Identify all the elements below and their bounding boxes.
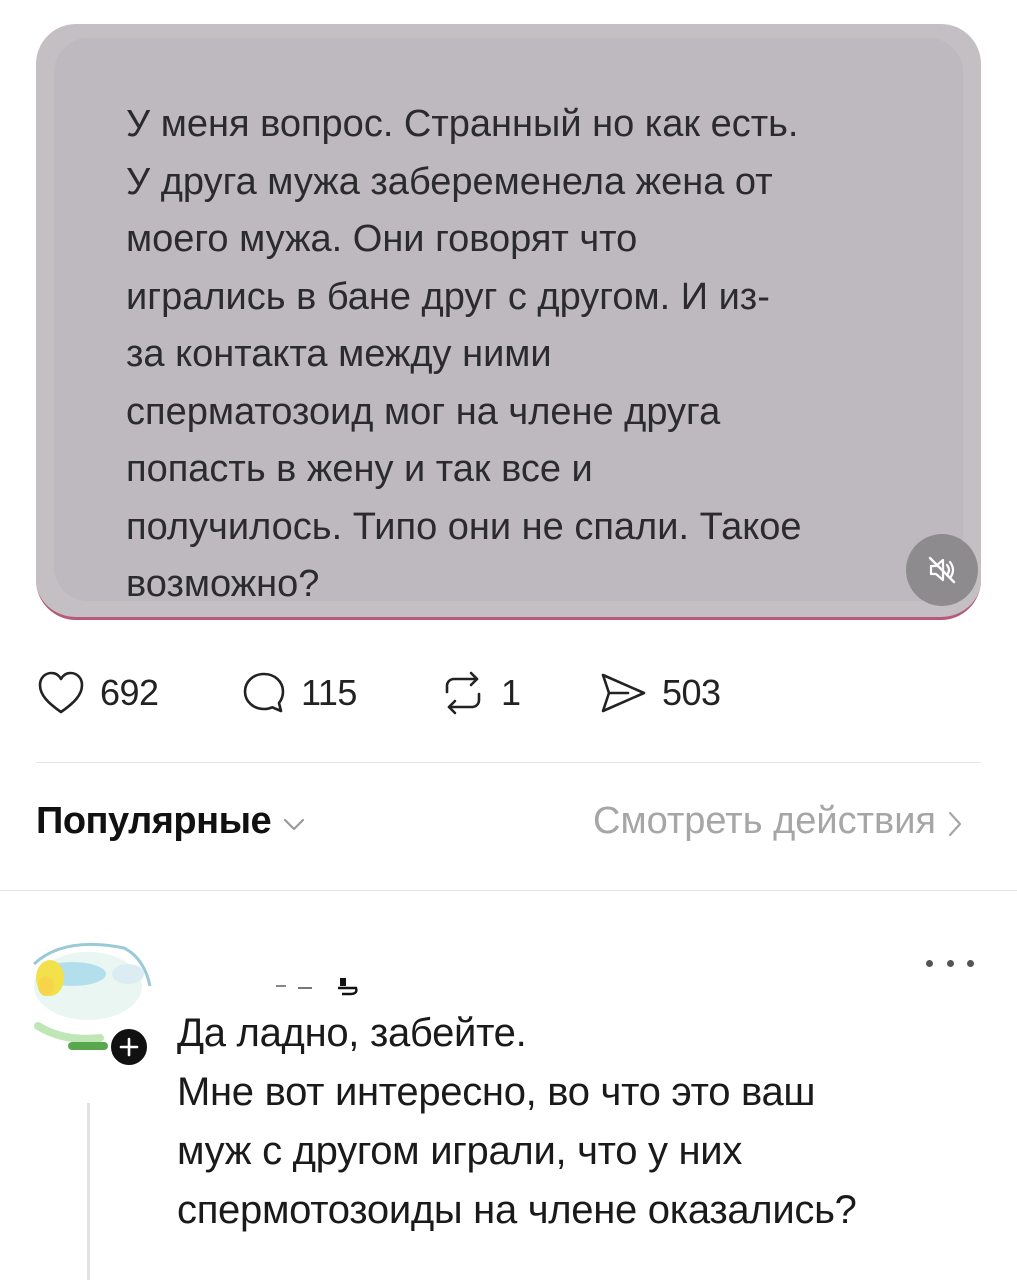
view-activity-label: Смотреть действия [593,800,936,842]
comment-count: 115 [301,672,357,713]
like-button[interactable]: 692 [36,668,159,718]
view-activity-link[interactable]: Смотреть действия [593,800,962,843]
send-icon [601,673,646,713]
comments-sort-row: Популярные Смотреть действия [36,800,962,856]
speaker-muted-icon [928,556,956,584]
more-dot [946,959,954,967]
comment-text: Да ладно, забейте. Мне вот интересно, во… [177,1011,857,1232]
divider [36,762,981,763]
mute-toggle-button[interactable] [906,534,978,606]
like-count: 692 [100,672,159,713]
repost-button[interactable]: 1 [439,668,521,718]
repost-count: 1 [501,672,521,713]
comment-username[interactable] [272,976,372,996]
chevron-right-icon [948,811,962,836]
more-dot [926,959,933,967]
plus-icon [119,1037,139,1057]
post-media-card[interactable]: У меня вопрос. Странный но как есть. У д… [36,24,981,620]
sort-label: Популярные [36,800,272,842]
chevron-down-icon [284,818,305,830]
share-button[interactable]: 503 [598,668,721,718]
more-options-button[interactable] [926,948,974,978]
sort-dropdown[interactable]: Популярные [36,800,305,843]
post-action-bar: 692 115 1 503 [36,668,796,718]
heart-icon [38,671,84,714]
more-dot [967,959,974,967]
comment-button[interactable]: 115 [241,668,357,718]
share-count: 503 [662,672,721,713]
comment-bubble-icon [243,672,285,713]
repost-icon [445,671,481,715]
thread-line [87,1103,90,1280]
follow-plus-button[interactable] [108,1026,150,1068]
redacted-username-mark [276,978,358,996]
divider [0,890,1017,891]
post-media-text: У меня вопрос. Странный но как есть. У д… [126,103,802,605]
